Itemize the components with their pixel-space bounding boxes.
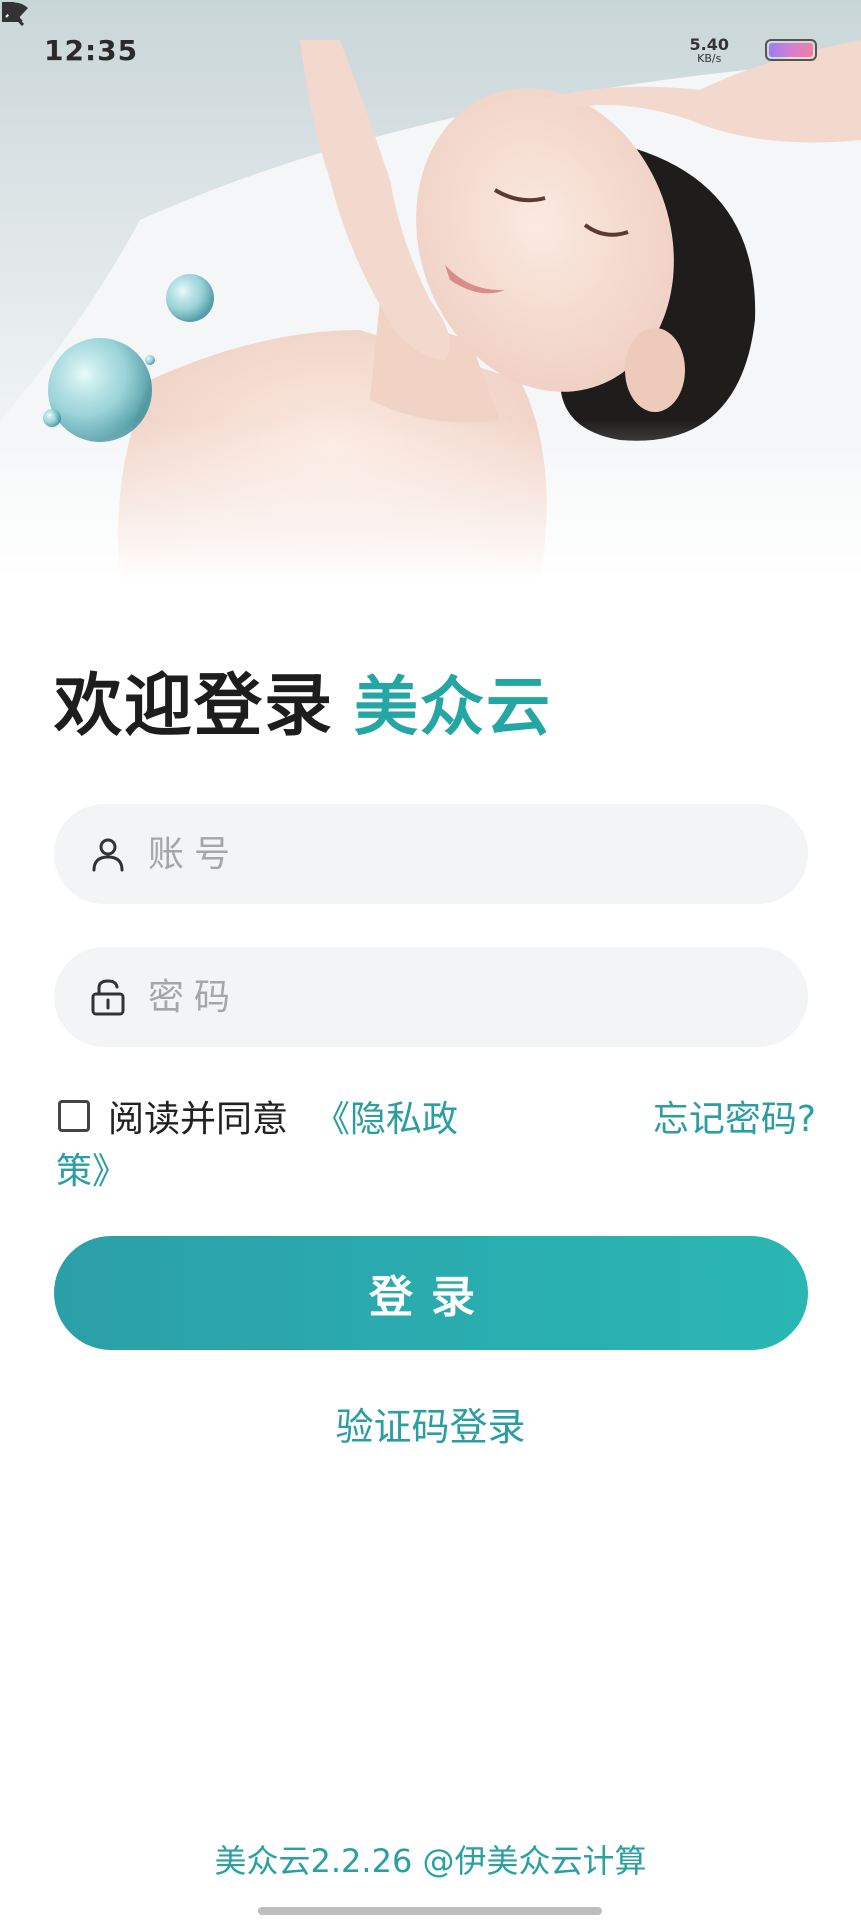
account-field[interactable] [54, 804, 808, 904]
status-icons: 5.40 KB/s [1, 1, 817, 65]
privacy-policy-link-cont[interactable]: 策》 [56, 1142, 128, 1194]
agree-label: 阅读并同意 [108, 1099, 289, 1140]
code-login-link[interactable]: 验证码登录 [0, 1396, 861, 1451]
battery-icon [765, 39, 817, 61]
net-speed-value: 5.40 [689, 34, 729, 54]
net-speed-unit: KB/s [697, 51, 722, 65]
agree-checkbox[interactable] [58, 1100, 90, 1132]
login-screen: 12:35 5.40 KB/s 欢迎登录 美众云 账号 阅读并同意 《隐私政 策… [0, 0, 861, 1920]
lock-icon [88, 977, 128, 1017]
battery-level [769, 43, 813, 57]
privacy-policy-link[interactable]: 《隐私政 [314, 1090, 458, 1142]
welcome-text: 欢迎登录 [54, 667, 335, 746]
home-indicator[interactable] [258, 1907, 602, 1915]
hero-spa-illustration: 12:35 5.40 KB/s [0, 0, 861, 580]
version-footer: 美众云2.2.26 @伊美众云计算 [214, 1842, 647, 1880]
status-bar: 12:35 5.40 KB/s [0, 0, 861, 100]
password-field[interactable] [54, 947, 808, 1047]
brand-name: 美众云 [354, 671, 553, 745]
account-input[interactable] [148, 833, 748, 875]
forgot-password-link[interactable]: 忘记密码? [653, 1090, 816, 1142]
login-button[interactable]: 登录 [54, 1236, 808, 1350]
network-speed: 5.40 KB/s [689, 34, 729, 65]
user-icon [88, 834, 128, 874]
welcome-title: 欢迎登录 美众云 [54, 650, 552, 749]
password-input[interactable] [148, 976, 748, 1018]
status-time: 12:35 [44, 33, 139, 67]
